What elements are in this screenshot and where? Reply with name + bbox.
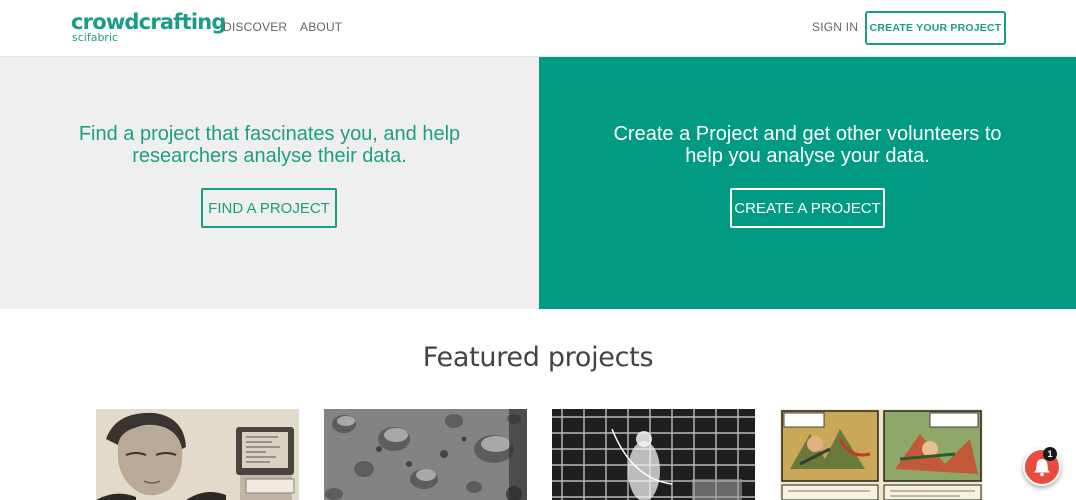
hero-create-line-2: help you analyse your data. <box>685 145 930 167</box>
featured-projects-heading: Featured projects <box>422 342 654 373</box>
create-a-project-button[interactable]: CREATE A PROJECT <box>730 188 885 228</box>
man-with-computer-photo <box>96 409 299 500</box>
comic-book-page <box>780 409 983 500</box>
featured-card-moon-craters[interactable] <box>324 409 527 500</box>
hero-find-panel: Find a project that fascinates you, and … <box>0 57 539 309</box>
physicist-experiment-photo <box>552 409 755 500</box>
hero-find-text: Find a project that fascinates you, and … <box>0 123 539 167</box>
notification-count-badge: 1 <box>1043 447 1057 461</box>
sign-in-link[interactable]: SIGN IN <box>812 20 858 34</box>
moon-craters-photo <box>324 409 527 500</box>
hero-find-line-1: Find a project that fascinates you, and … <box>78 123 461 145</box>
featured-card-physicist[interactable] <box>552 409 755 500</box>
featured-card-man-computer[interactable] <box>96 409 299 500</box>
create-your-project-button[interactable]: CREATE YOUR PROJECT <box>865 11 1006 45</box>
crowdcrafting-logo[interactable]: crowdcrafting scifabric <box>71 10 226 43</box>
find-a-project-button[interactable]: FIND A PROJECT <box>201 188 337 228</box>
nav-discover[interactable]: DISCOVER <box>223 20 287 34</box>
top-navbar: crowdcrafting scifabric DISCOVER ABOUT S… <box>0 0 1076 57</box>
nav-about[interactable]: ABOUT <box>300 20 342 34</box>
featured-card-comic[interactable] <box>780 409 983 500</box>
hero-create-line-1: Create a Project and get other volunteer… <box>613 123 1002 145</box>
hero-find-line-2: researchers analyse their data. <box>132 145 407 167</box>
hero-create-panel: Create a Project and get other volunteer… <box>539 57 1076 309</box>
hero-create-text: Create a Project and get other volunteer… <box>539 123 1076 167</box>
